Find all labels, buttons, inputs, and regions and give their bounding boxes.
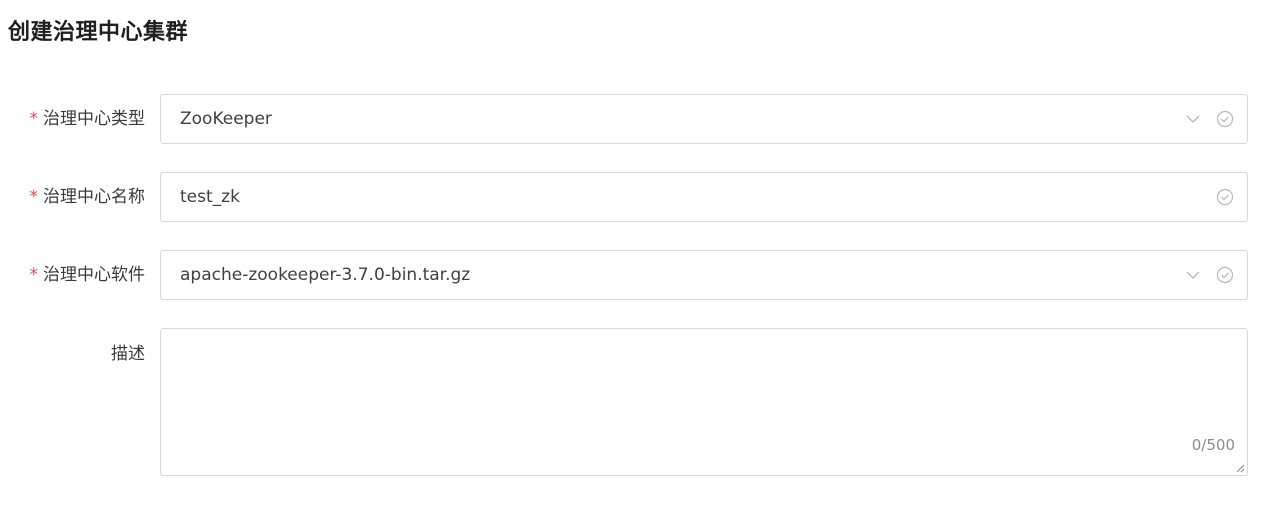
name-label: * 治理中心名称 (30, 184, 146, 210)
resize-handle-icon[interactable] (1235, 463, 1245, 473)
description-label-text: 描述 (111, 344, 145, 364)
form-item-description: 描述 0/500 (0, 328, 1280, 476)
type-select-value: ZooKeeper (180, 109, 272, 129)
form-item-type: * 治理中心类型 ZooKeeper (0, 94, 1280, 144)
name-input[interactable]: test_zk (160, 172, 1248, 222)
type-label-text: 治理中心类型 (43, 109, 145, 129)
chevron-down-icon[interactable] (1185, 267, 1201, 283)
name-label-text: 治理中心名称 (43, 187, 145, 207)
software-label: * 治理中心软件 (30, 262, 146, 288)
char-counter: 0/500 (1191, 436, 1235, 454)
form-item-name: * 治理中心名称 test_zk (0, 172, 1280, 222)
description-label: 描述 (111, 341, 145, 367)
type-label: * 治理中心类型 (30, 106, 146, 132)
software-label-text: 治理中心软件 (43, 265, 145, 285)
name-input-value: test_zk (180, 187, 240, 207)
required-mark: * (29, 187, 39, 207)
check-circle-icon (1216, 110, 1234, 128)
software-select-value: apache-zookeeper-3.7.0-bin.tar.gz (180, 265, 471, 285)
form-item-software: * 治理中心软件 apache-zookeeper-3.7.0-bin.tar.g… (0, 250, 1280, 300)
type-select[interactable]: ZooKeeper (160, 94, 1248, 144)
required-mark: * (29, 265, 39, 285)
description-textarea-wrapper: 0/500 (160, 328, 1248, 476)
page-title: 创建治理中心集群 (8, 20, 189, 45)
software-select[interactable]: apache-zookeeper-3.7.0-bin.tar.gz (160, 250, 1248, 300)
required-mark: * (29, 109, 39, 129)
description-textarea[interactable] (161, 329, 1247, 475)
chevron-down-icon[interactable] (1185, 111, 1201, 127)
check-circle-icon (1216, 188, 1234, 206)
check-circle-icon (1216, 266, 1234, 284)
